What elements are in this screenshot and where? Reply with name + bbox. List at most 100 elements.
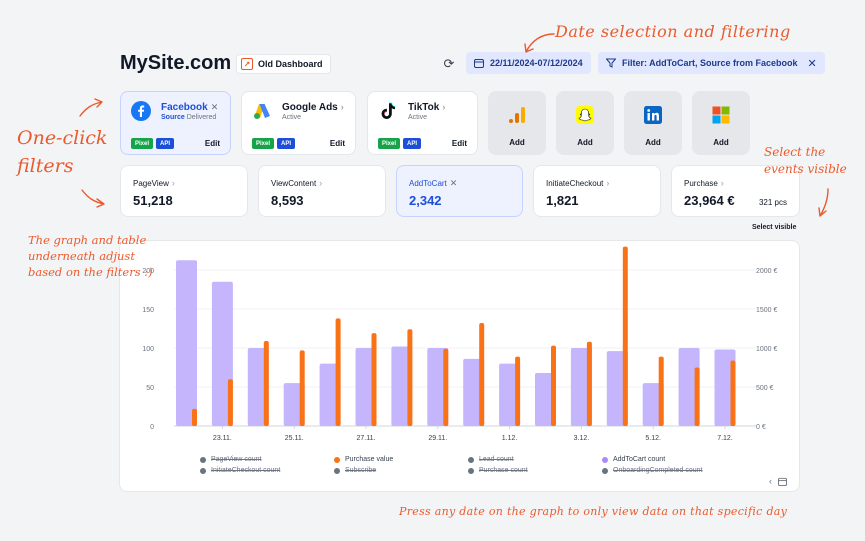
pixel-badge: Pixel (131, 138, 154, 149)
event-name: ViewContent (271, 179, 317, 188)
pixel-badge: Pixel (252, 138, 275, 149)
annotation-arrow (79, 98, 103, 117)
filter-icon (606, 58, 616, 68)
bar-purchase-value[interactable] (371, 333, 377, 426)
x-tick-label: 3.12. (574, 435, 590, 442)
legend-item[interactable]: PageView count (200, 456, 334, 463)
analytics-icon (509, 107, 525, 123)
add-label: Add (577, 138, 593, 147)
legend-item[interactable]: OnboardingCompleted count (602, 467, 760, 474)
bar-purchase-value[interactable] (586, 341, 592, 426)
legend-item[interactable]: Subscribe (334, 467, 468, 474)
legend-item[interactable]: Purchase value (334, 456, 468, 463)
annotation-arrow (81, 189, 105, 208)
bar-chart[interactable]: 00 €50500 €1001000 €1501500 €2002000 €30… (120, 241, 801, 451)
add-analytics-card[interactable]: Add (488, 91, 546, 155)
legend-dot (334, 456, 340, 463)
chevron-left-icon[interactable]: ‹ (769, 476, 772, 486)
bar-purchase-value[interactable] (335, 318, 341, 426)
old-dashboard-button[interactable]: ↗ Old Dashboard (236, 54, 331, 74)
legend-label: Purchase count (479, 467, 528, 474)
add-snapchat-card[interactable]: Add (556, 91, 614, 155)
bar-purchase-value[interactable] (263, 340, 269, 426)
bar-addtocart[interactable] (176, 260, 197, 426)
source-status: Active (282, 114, 302, 121)
filter-chip[interactable]: Filter: AddToCart, Source from Facebook … (598, 52, 825, 74)
annotation-arrow (818, 188, 829, 217)
legend-item[interactable]: InitiateCheckout count (200, 467, 334, 474)
legend-label: Lead count (479, 456, 514, 463)
source-status: Delivered (186, 114, 217, 121)
source-card-facebook[interactable]: Facebook ✕ Source Delivered Pixel API Edi… (120, 91, 231, 155)
date-range-label: 22/11/2024-07/12/2024 (490, 58, 583, 68)
bar-purchase-value[interactable] (694, 367, 700, 427)
bar-purchase-value[interactable] (227, 379, 233, 426)
event-card-pageview[interactable]: PageView › 51,218 (120, 165, 248, 217)
refresh-icon[interactable]: ⟳ (441, 56, 457, 72)
bar-purchase-value[interactable] (192, 408, 197, 426)
bar-purchase-value[interactable] (443, 348, 449, 426)
bar-purchase-value[interactable] (730, 360, 736, 426)
event-card-viewcontent[interactable]: ViewContent › 8,593 (258, 165, 386, 217)
event-card-initiatecheckout[interactable]: InitiateCheckout › 1,821 (533, 165, 661, 217)
y-right-tick-label: 500 € (756, 385, 774, 392)
pixel-badge: Pixel (378, 138, 401, 149)
linkedin-icon (644, 106, 662, 124)
add-label: Add (645, 138, 661, 147)
x-tick-label: 7.12. (717, 435, 733, 442)
event-name: PageView (133, 179, 169, 188)
legend-dot (602, 467, 608, 474)
source-card-google-ads[interactable]: Google Ads › Active Pixel API Edit (241, 91, 356, 155)
y-left-tick-label: 150 (142, 307, 154, 314)
legend-item[interactable]: Purchase count (468, 467, 602, 474)
event-value: 1,821 (546, 193, 579, 208)
legend-label: InitiateCheckout count (211, 467, 281, 474)
add-microsoft-card[interactable]: Add (692, 91, 750, 155)
annotation-arrow (524, 33, 555, 53)
bar-purchase-value[interactable] (551, 345, 556, 426)
edit-button[interactable]: Edit (205, 139, 220, 148)
chevron-right-icon: › (340, 102, 344, 112)
event-card-addtocart[interactable]: AddToCart ✕ 2,342 (396, 165, 523, 217)
calendar-icon (474, 59, 484, 68)
api-badge: API (156, 138, 175, 149)
chart-legend: PageView count Purchase value Lead count Ad… (200, 456, 760, 474)
bar-purchase-value[interactable] (515, 356, 521, 426)
source-name: Facebook (161, 102, 208, 113)
y-left-tick-label: 50 (146, 385, 154, 392)
bar-purchase-value[interactable] (479, 323, 485, 426)
legend-dot (334, 467, 340, 474)
remove-event-icon[interactable]: ✕ (450, 178, 458, 188)
site-title: MySite.com (120, 52, 232, 74)
clear-filter-icon[interactable]: ✕ (808, 57, 817, 70)
annotation-line: filters (17, 155, 74, 177)
annotation-select-events: Select the events visible (764, 145, 847, 176)
calendar-icon[interactable] (778, 477, 787, 486)
edit-button[interactable]: Edit (452, 139, 467, 148)
event-value: 2,342 (409, 193, 442, 208)
bar-purchase-value[interactable] (622, 246, 628, 426)
legend-item[interactable]: Lead count (468, 456, 602, 463)
legend-label: PageView count (211, 456, 262, 463)
legend-item[interactable]: AddToCart count (602, 456, 760, 463)
source-status-prefix: Source (161, 114, 185, 121)
source-card-tiktok[interactable]: TikTok › Active Pixel API Edit (367, 91, 478, 155)
x-tick-label: 23.11. (213, 435, 232, 442)
y-left-tick-label: 0 (150, 424, 154, 431)
legend-label: Purchase value (345, 456, 394, 463)
y-right-tick-label: 1500 € (756, 307, 778, 314)
select-visible-link[interactable]: Select visible (752, 224, 796, 231)
y-right-tick-label: 2000 € (756, 268, 778, 275)
chart-nav: ‹ (769, 476, 787, 486)
bar-purchase-value[interactable] (407, 329, 413, 426)
bar-purchase-value[interactable] (658, 356, 664, 426)
remove-source-icon[interactable]: ✕ (211, 102, 219, 112)
edit-button[interactable]: Edit (330, 139, 345, 148)
legend-label: OnboardingCompleted count (613, 467, 703, 474)
annotation-line: One-click (17, 127, 108, 149)
add-linkedin-card[interactable]: Add (624, 91, 682, 155)
add-label: Add (713, 138, 729, 147)
bar-purchase-value[interactable] (299, 350, 305, 426)
chevron-right-icon: › (171, 178, 175, 188)
chart-card: 00 €50500 €1001000 €1501500 €2002000 €30… (119, 240, 800, 492)
